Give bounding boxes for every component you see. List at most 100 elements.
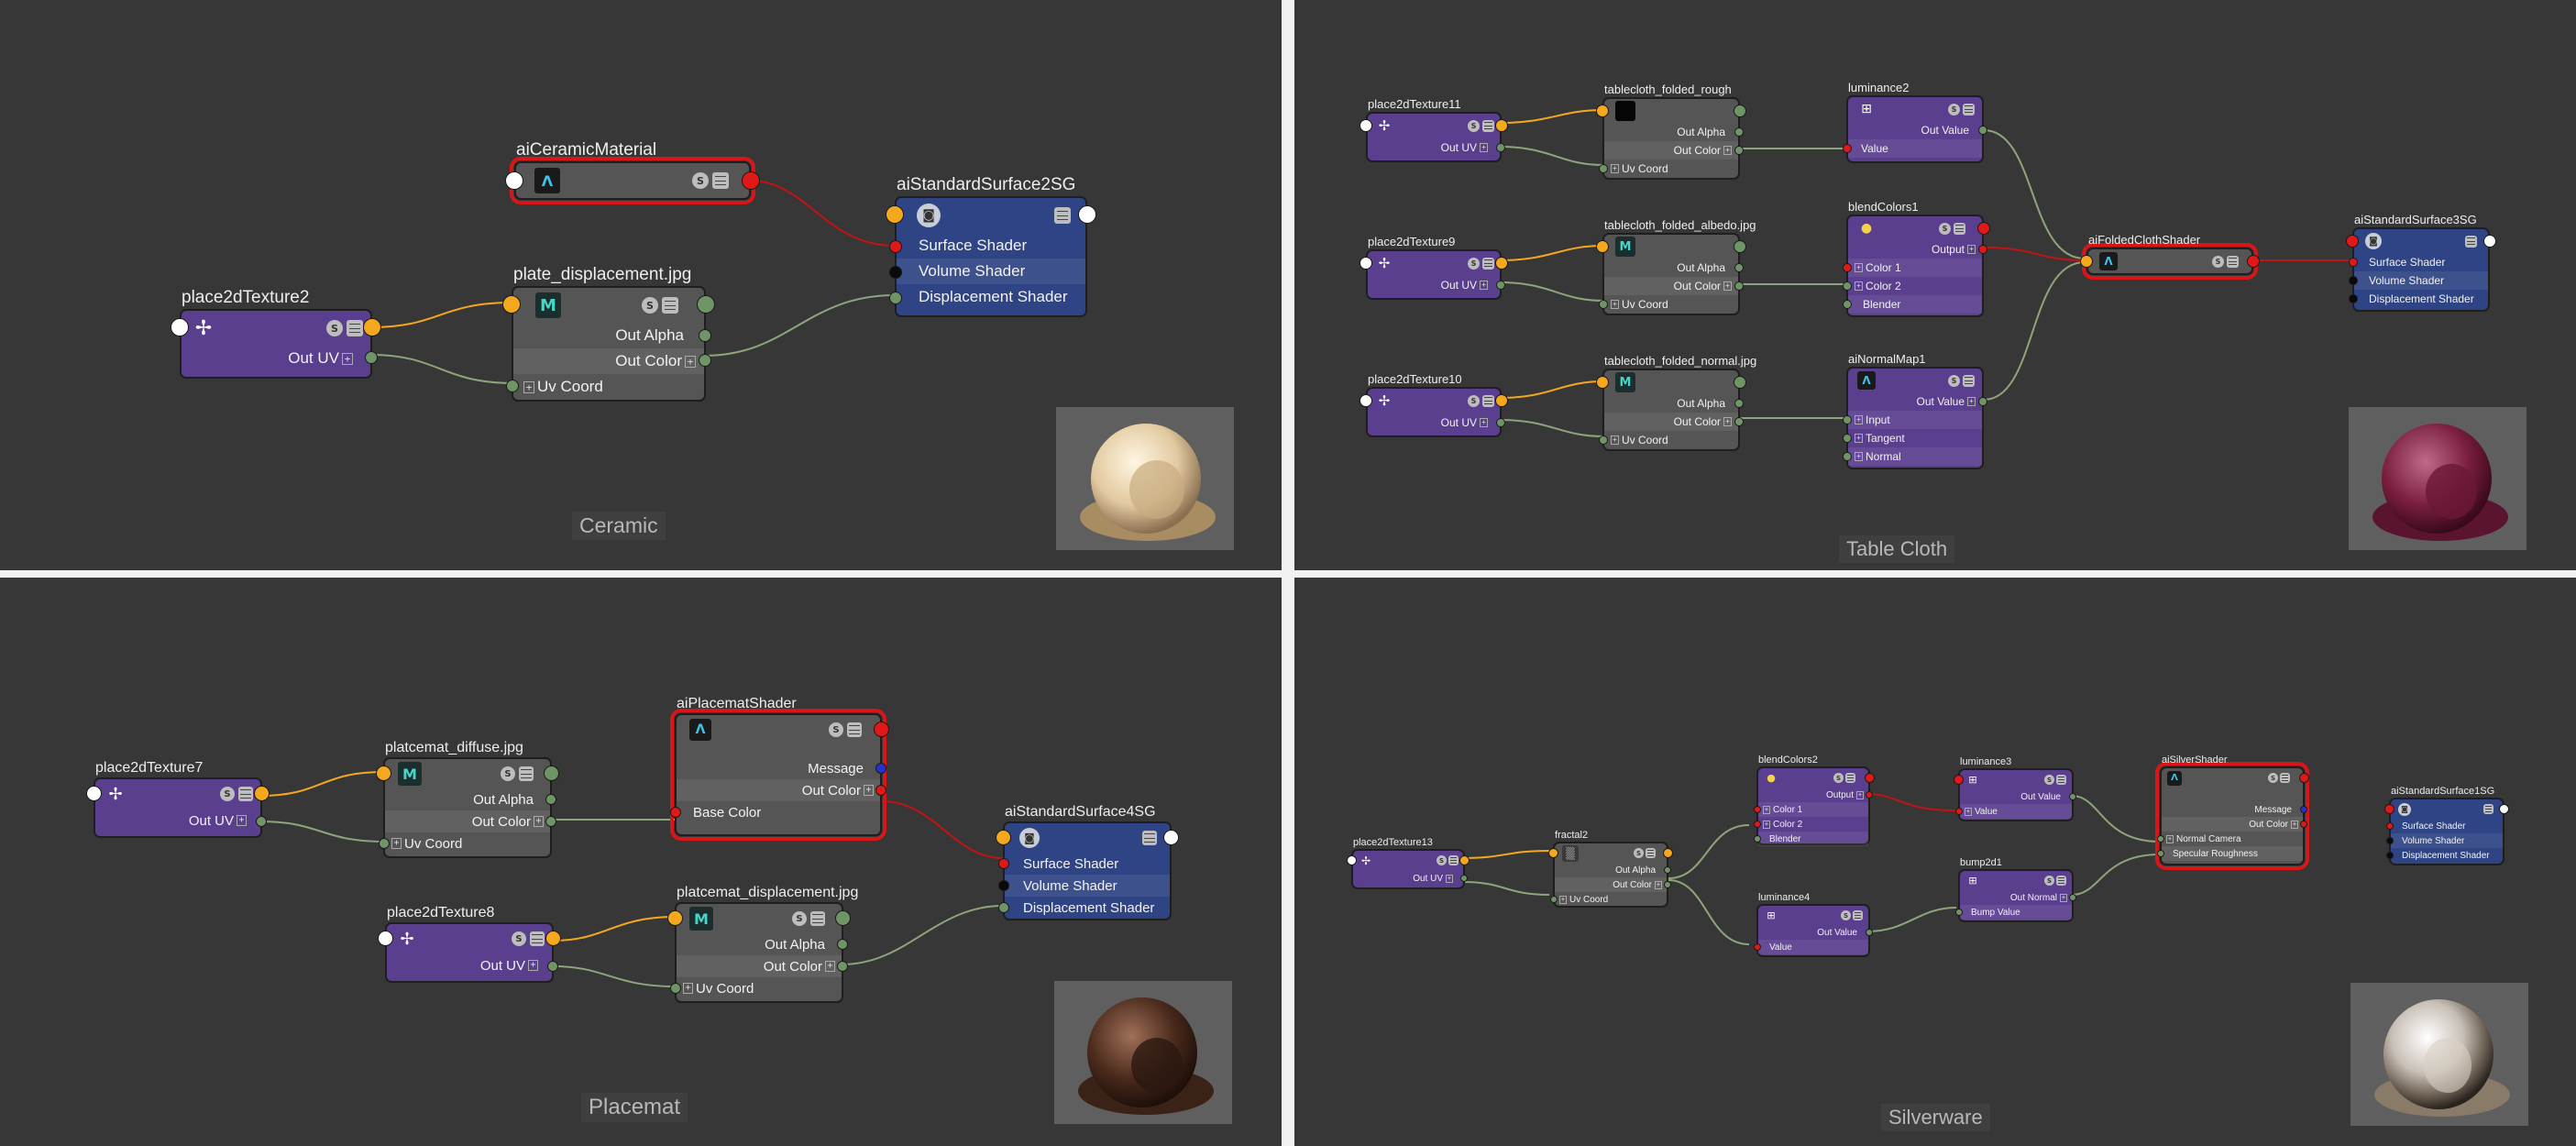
s-badge-icon[interactable]: S [1841, 910, 1851, 920]
output-port[interactable] [1459, 855, 1470, 865]
expand-icon[interactable]: + [1967, 397, 1976, 406]
expand-icon[interactable]: + [1723, 281, 1732, 291]
expand-icon[interactable]: + [1480, 418, 1488, 427]
expand-icon[interactable]: + [1967, 245, 1976, 254]
input-port[interactable] [2384, 804, 2394, 814]
s-badge-icon[interactable]: S [1634, 848, 1644, 858]
out-uv-port[interactable] [1496, 143, 1505, 152]
output-port[interactable] [1734, 105, 1746, 117]
output-port[interactable] [254, 786, 270, 801]
expand-icon[interactable]: + [1723, 146, 1732, 155]
layout-icon[interactable] [1142, 831, 1157, 845]
input-port[interactable] [376, 766, 391, 781]
out-uv-port[interactable] [1460, 875, 1468, 882]
expand-icon[interactable]: + [523, 380, 534, 393]
layout-icon[interactable] [238, 787, 253, 801]
color1-port[interactable] [1754, 806, 1761, 813]
uv-coord-port[interactable] [1599, 164, 1608, 173]
uv-coord-port[interactable] [379, 838, 390, 849]
input-port[interactable] [667, 910, 683, 926]
layout-icon[interactable] [1963, 374, 1975, 387]
layout-icon[interactable] [519, 766, 534, 781]
expand-icon[interactable]: + [391, 838, 402, 849]
out-uv-port[interactable] [365, 351, 378, 364]
value-port[interactable] [1754, 943, 1761, 951]
color2-port[interactable] [1843, 281, 1852, 291]
base-color-port[interactable] [670, 807, 681, 818]
volume-shader-port[interactable] [998, 880, 1009, 891]
tablecloth-panel[interactable]: place2dTexture11 ✢ S Out UV + place2dText… [1294, 0, 2576, 570]
layout-icon[interactable] [847, 722, 862, 737]
out-alpha-port[interactable] [1734, 399, 1744, 408]
place2dtexture-node[interactable]: place2dTexture7 ✢ S Out UV + [86, 760, 270, 838]
expand-icon[interactable]: + [2291, 820, 2298, 829]
out-uv-port[interactable] [256, 816, 267, 827]
out-normal-port[interactable] [2069, 894, 2076, 901]
s-badge-icon[interactable]: S [1833, 773, 1844, 783]
layout-icon[interactable] [1845, 773, 1855, 783]
out-uv-port[interactable] [1496, 418, 1505, 427]
output-port[interactable] [874, 722, 889, 737]
s-badge-icon[interactable]: S [642, 297, 658, 314]
shader-node[interactable]: aiCeramicMaterial Λ S [505, 140, 760, 204]
luminance-node[interactable]: luminance2 ⊞ S Out Value Value [1843, 81, 1987, 163]
expand-icon[interactable]: + [864, 785, 874, 796]
expand-icon[interactable]: + [1723, 417, 1732, 426]
s-badge-icon[interactable]: S [1939, 222, 1951, 235]
uv-coord-port[interactable] [670, 983, 681, 994]
output-port[interactable] [2483, 235, 2496, 248]
input-port[interactable] [1596, 105, 1609, 117]
shading-group-node[interactable]: aiStandardSurface4SG ◙ Surface Shader Vo… [996, 804, 1179, 920]
file-node[interactable]: tablecloth_folded_normal.jpg M Out Alpha… [1596, 354, 1756, 451]
color2-port[interactable] [1754, 821, 1761, 828]
s-badge-icon[interactable]: S [2212, 255, 2224, 268]
s-badge-icon[interactable]: S [220, 787, 235, 801]
s-badge-icon[interactable]: S [792, 911, 807, 926]
output-port[interactable] [1078, 205, 1096, 224]
out-color-port[interactable] [875, 785, 886, 796]
expand-icon[interactable]: + [2166, 834, 2174, 843]
shader-node[interactable]: aiPlacematShader Λ S Message Out Color + … [670, 696, 889, 841]
layout-icon[interactable] [1448, 855, 1459, 865]
specular-roughness-port[interactable] [2157, 850, 2164, 857]
output-port[interactable] [1663, 848, 1673, 858]
bump-value-port[interactable] [1955, 909, 1963, 916]
expand-icon[interactable]: + [1856, 790, 1864, 799]
volume-shader-port[interactable] [2349, 276, 2358, 285]
input-port[interactable] [378, 931, 393, 946]
out-color-port[interactable] [699, 354, 711, 367]
layout-icon[interactable] [2280, 773, 2290, 783]
s-badge-icon[interactable]: S [501, 766, 515, 781]
layout-icon[interactable] [2056, 876, 2066, 886]
input-port[interactable] [1548, 848, 1558, 858]
displacement-shader-port[interactable] [2386, 852, 2394, 859]
output-port[interactable] [2499, 804, 2509, 814]
input-port[interactable] [2080, 255, 2093, 268]
blender-port[interactable] [1843, 300, 1852, 309]
surface-shader-port[interactable] [889, 240, 902, 253]
input-port[interactable] [1596, 376, 1609, 389]
expand-icon[interactable]: + [1855, 281, 1863, 291]
expand-icon[interactable]: + [342, 352, 353, 365]
expand-icon[interactable]: + [1446, 874, 1453, 883]
placemat-panel[interactable]: place2dTexture7 ✢ S Out UV + platcemat_di… [0, 578, 1282, 1146]
s-badge-icon[interactable]: S [1468, 394, 1480, 407]
out-alpha-port[interactable] [545, 794, 556, 805]
output-port[interactable] [1734, 376, 1746, 389]
out-alpha-port[interactable] [837, 939, 848, 950]
blender-port[interactable] [1754, 835, 1761, 843]
layout-icon[interactable] [1954, 222, 1965, 235]
expand-icon[interactable]: + [825, 961, 835, 972]
expand-icon[interactable]: + [1480, 143, 1488, 152]
input-port[interactable] [1843, 415, 1852, 424]
shader-node[interactable]: aiSilverShader Λ S Message Out Color + + N… [2155, 755, 2309, 870]
layout-icon[interactable] [530, 931, 545, 946]
input-port[interactable] [171, 318, 189, 336]
s-badge-icon[interactable]: S [692, 172, 709, 189]
expand-icon[interactable]: + [1611, 164, 1619, 173]
out-alpha-port[interactable] [1734, 127, 1744, 137]
shader-node[interactable]: aiFoldedClothShader Λ S [2080, 233, 2260, 280]
expand-icon[interactable]: + [1480, 281, 1488, 290]
output-port[interactable] [1495, 119, 1508, 132]
out-value-port[interactable] [1978, 126, 1987, 135]
